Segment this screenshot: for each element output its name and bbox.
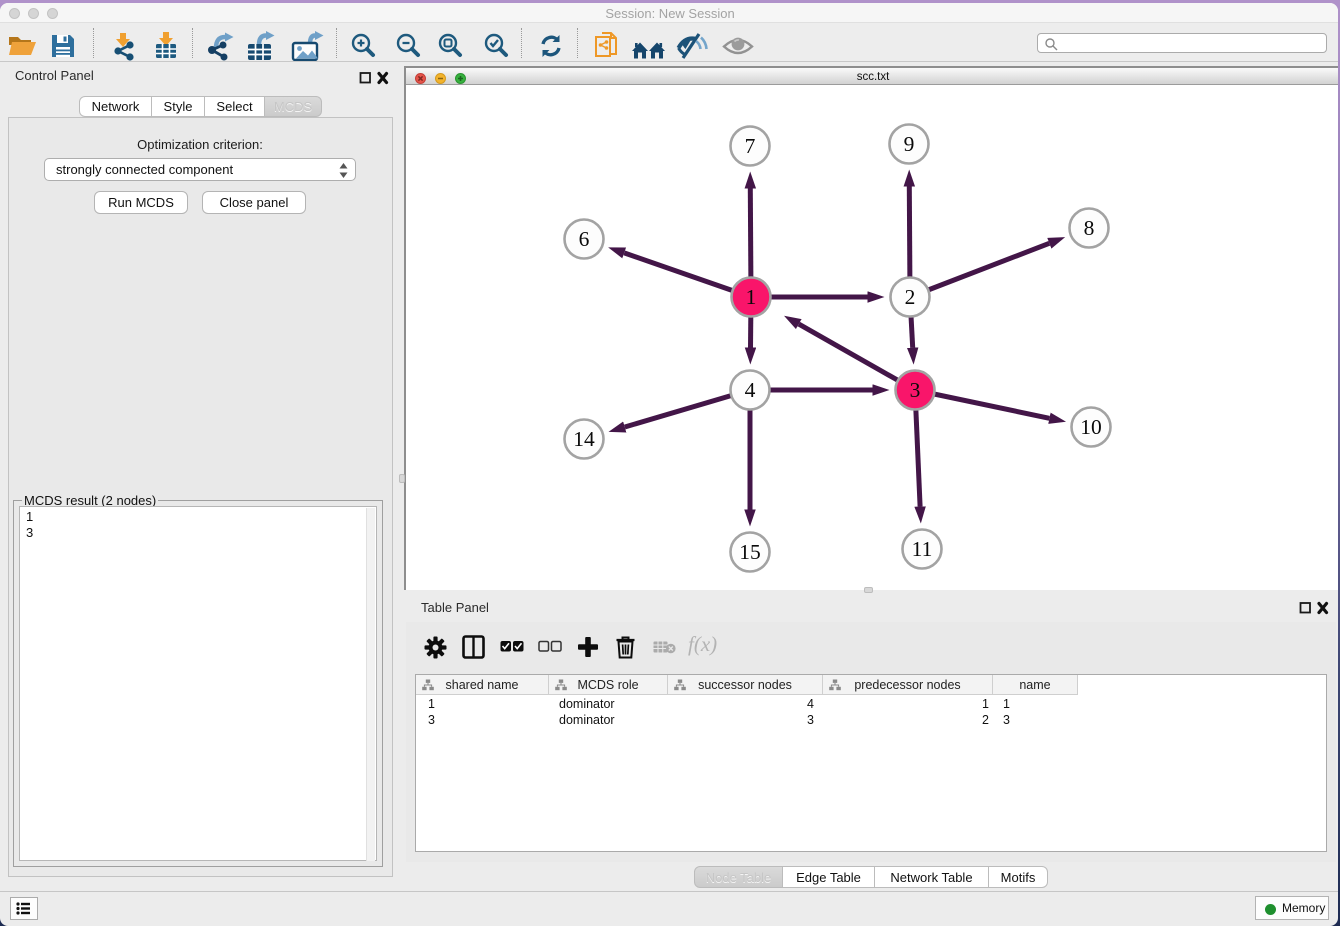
svg-text:3: 3: [910, 378, 921, 402]
svg-text:8: 8: [1084, 216, 1095, 240]
svg-text:4: 4: [745, 378, 756, 402]
svg-text:11: 11: [912, 537, 933, 561]
svg-text:14: 14: [573, 427, 595, 451]
svg-text:2: 2: [905, 285, 916, 309]
svg-text:1: 1: [746, 285, 757, 309]
svg-text:6: 6: [579, 227, 590, 251]
svg-text:15: 15: [739, 540, 761, 564]
svg-text:7: 7: [745, 134, 756, 158]
svg-text:9: 9: [904, 132, 915, 156]
svg-text:10: 10: [1080, 415, 1102, 439]
